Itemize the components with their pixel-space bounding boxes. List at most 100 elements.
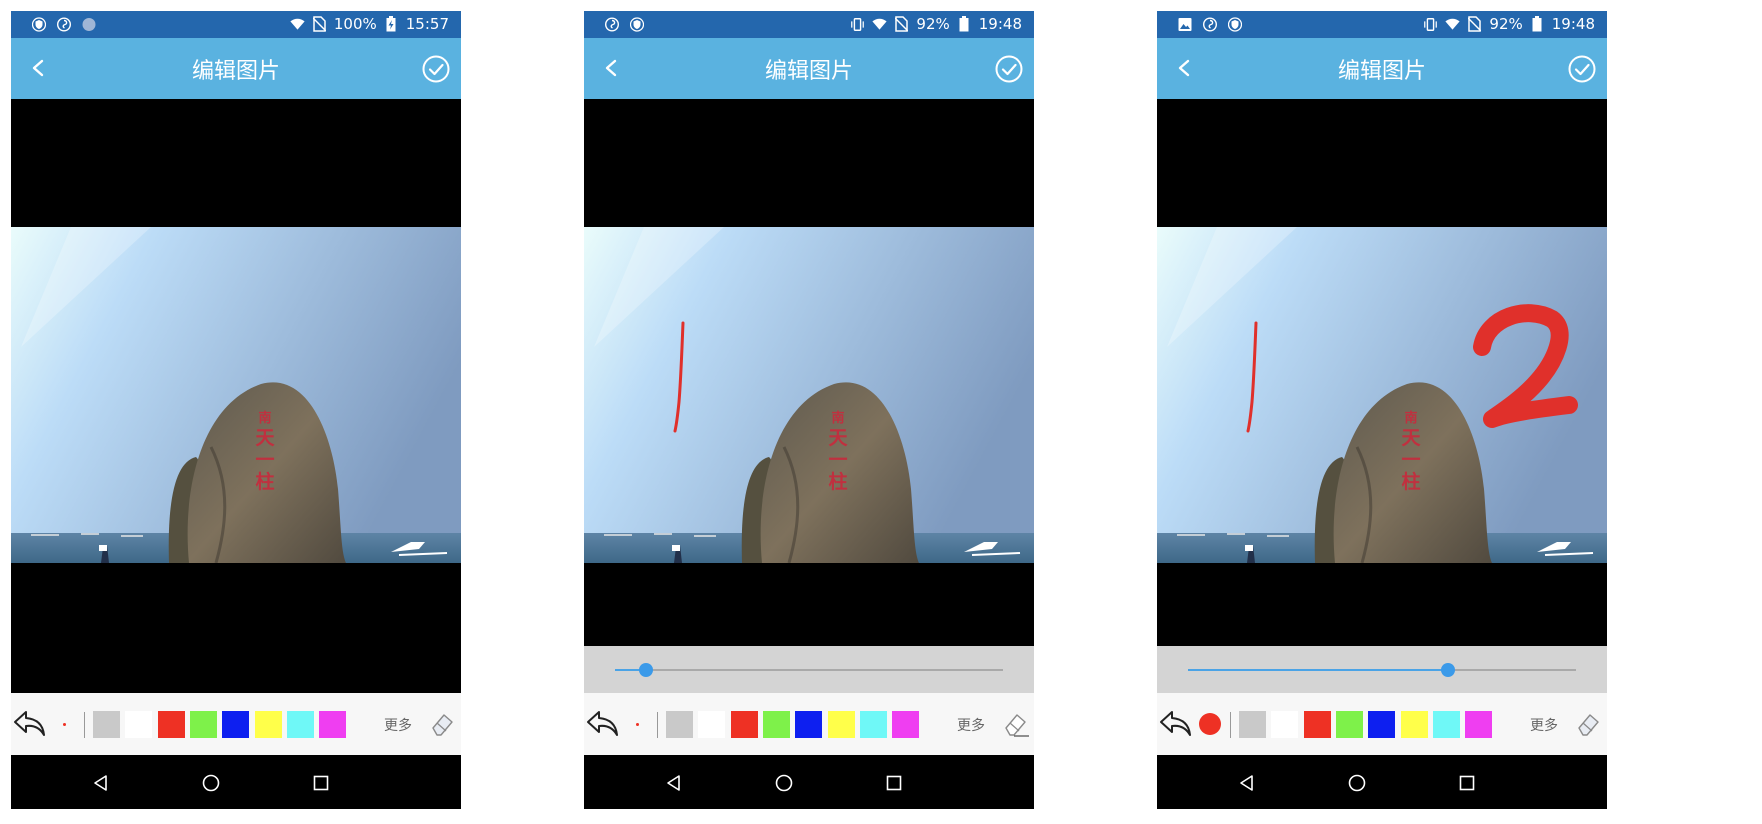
more-colors-button[interactable]: 更多 [1530, 715, 1558, 735]
undo-icon [14, 711, 45, 736]
swirl-icon [604, 17, 619, 32]
status-time: 15:57 [405, 15, 449, 33]
color-swatch[interactable] [827, 711, 855, 738]
confirm-button[interactable] [421, 54, 451, 84]
undo-icon [587, 711, 618, 736]
status-right: 100% 15:57 [290, 15, 449, 33]
wifi-icon [1445, 17, 1461, 32]
undo-button[interactable] [585, 708, 619, 738]
color-swatch[interactable] [1271, 711, 1299, 738]
photo[interactable]: 南天一柱 [1157, 227, 1607, 563]
undo-button[interactable] [1158, 708, 1192, 738]
brush-size-button[interactable] [1199, 713, 1221, 735]
nav-home-button[interactable] [201, 773, 221, 793]
color-swatch[interactable] [157, 711, 185, 738]
brush-size-button[interactable] [635, 722, 639, 726]
back-triangle-icon [94, 775, 107, 791]
battery-icon [957, 16, 972, 32]
app-bar: 编辑图片 [1157, 38, 1607, 99]
inscription-char: 天 [255, 427, 275, 449]
nav-back-button[interactable] [91, 773, 111, 793]
inscription-char: 天 [1401, 427, 1421, 449]
confirm-button[interactable] [1567, 54, 1597, 84]
color-swatch[interactable] [189, 711, 217, 738]
swirl-icon [1202, 17, 1217, 32]
back-button[interactable] [23, 53, 53, 83]
color-swatch[interactable] [1400, 711, 1428, 738]
no-sim-icon [1467, 16, 1482, 32]
slider-thumb[interactable] [1440, 663, 1455, 677]
color-swatch[interactable] [254, 711, 282, 738]
nav-recents-button[interactable] [1457, 773, 1477, 793]
inscription-char: 南 [258, 410, 271, 426]
eraser-button[interactable] [1000, 709, 1030, 739]
battery-percent: 100% [333, 15, 377, 33]
color-swatch[interactable] [730, 711, 758, 738]
status-left-icons [1177, 17, 1242, 32]
nav-home-button[interactable] [1347, 773, 1367, 793]
brush-size-slider[interactable] [584, 646, 1034, 693]
nav-back-button[interactable] [1237, 773, 1257, 793]
eraser-button[interactable] [1573, 709, 1603, 739]
color-swatch[interactable] [1335, 711, 1363, 738]
color-swatch[interactable] [762, 711, 790, 738]
inscription-char: 一 [828, 449, 847, 471]
system-nav-bar [1157, 755, 1607, 809]
nav-back-button[interactable] [664, 773, 684, 793]
shield-icon [31, 17, 46, 32]
check-circle-icon [1568, 55, 1596, 83]
color-swatch[interactable] [1368, 711, 1396, 738]
undo-button[interactable] [12, 708, 46, 738]
drawing-toolbar: 更多 [584, 693, 1034, 755]
slider-track[interactable] [1188, 663, 1576, 677]
status-right: 92% 19:48 [1423, 15, 1595, 33]
status-bar: 92% 19:48 [584, 11, 1034, 38]
chevron-left-icon [32, 59, 44, 77]
recents-square-icon [313, 775, 329, 791]
status-time: 19:48 [1551, 15, 1595, 33]
more-colors-button[interactable]: 更多 [384, 715, 412, 735]
color-swatch[interactable] [666, 711, 693, 738]
eraser-button[interactable] [427, 709, 457, 739]
inscription-char: 一 [255, 449, 274, 471]
shield-icon [1227, 17, 1242, 32]
color-swatch[interactable] [319, 711, 347, 738]
back-button[interactable] [596, 53, 626, 83]
slider-track[interactable] [615, 663, 1003, 677]
recents-square-icon [1459, 775, 1475, 791]
photo[interactable]: 南天一柱 [11, 227, 461, 563]
color-swatch[interactable] [286, 711, 314, 738]
color-swatch[interactable] [1432, 711, 1460, 738]
inscription-char: 南 [831, 410, 844, 426]
color-swatch[interactable] [1465, 711, 1493, 738]
status-right: 92% 19:48 [850, 15, 1022, 33]
color-swatch[interactable] [892, 711, 920, 738]
color-swatch[interactable] [795, 711, 823, 738]
home-circle-icon [1348, 774, 1366, 792]
nav-recents-button[interactable] [311, 773, 331, 793]
nav-home-button[interactable] [774, 773, 794, 793]
color-swatch[interactable] [93, 711, 120, 738]
confirm-button[interactable] [994, 54, 1024, 84]
color-swatch[interactable] [125, 711, 153, 738]
color-swatch[interactable] [1239, 711, 1266, 738]
slider-thumb[interactable] [639, 663, 654, 677]
more-colors-button[interactable]: 更多 [957, 715, 985, 735]
nav-recents-button[interactable] [884, 773, 904, 793]
brush-size-slider[interactable] [1157, 646, 1607, 693]
color-swatch[interactable] [222, 711, 250, 738]
photo[interactable]: 南天一柱 [584, 227, 1034, 563]
toolbar-divider [84, 712, 85, 738]
shield-icon [629, 17, 644, 32]
color-swatch[interactable] [698, 711, 726, 738]
eraser-icon [1578, 714, 1599, 736]
color-swatch[interactable] [859, 711, 887, 738]
brush-size-button[interactable] [62, 722, 66, 726]
system-nav-bar [11, 755, 461, 809]
battery-icon [1530, 16, 1545, 32]
color-swatch[interactable] [1303, 711, 1331, 738]
back-button[interactable] [1169, 53, 1199, 83]
chevron-left-icon [1178, 59, 1190, 77]
undo-icon [1160, 711, 1191, 736]
inscription-char: 柱 [828, 470, 847, 493]
